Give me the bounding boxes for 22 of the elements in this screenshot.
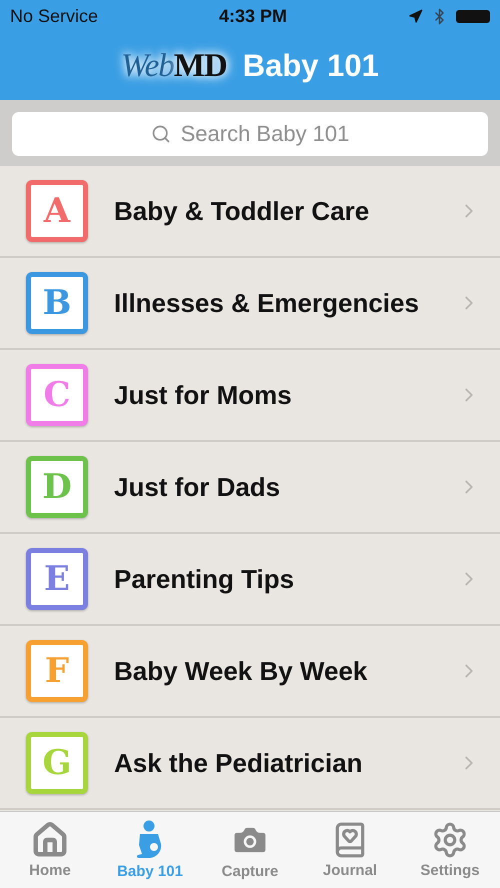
letter-block: E	[26, 548, 88, 610]
letter-block: D	[26, 456, 88, 518]
clock: 4:33 PM	[219, 6, 288, 26]
letter-block: A	[26, 180, 88, 242]
letter-block: B	[26, 272, 88, 334]
topic-label: Parenting Tips	[114, 564, 296, 594]
topic-label: Illnesses & Emergencies	[114, 288, 420, 318]
topic-label: Ask the Pediatrician	[114, 748, 364, 778]
topic-label: Just for Moms	[114, 380, 293, 410]
letter-block: C	[26, 364, 88, 426]
carrier-text: No Service	[10, 6, 98, 26]
location-icon	[408, 8, 423, 24]
letter-block: G	[26, 732, 88, 794]
topic-label: Baby & Toddler Care	[114, 196, 370, 226]
topic-label: Baby Week By Week	[114, 656, 368, 686]
battery-icon	[456, 10, 490, 22]
letter-block: F	[26, 640, 88, 702]
logo: WebMD	[121, 48, 227, 84]
topic-label: Just for Dads	[114, 472, 282, 502]
app-title: Baby 101	[242, 48, 379, 84]
house-icon	[31, 821, 69, 859]
search-icon	[150, 124, 171, 144]
